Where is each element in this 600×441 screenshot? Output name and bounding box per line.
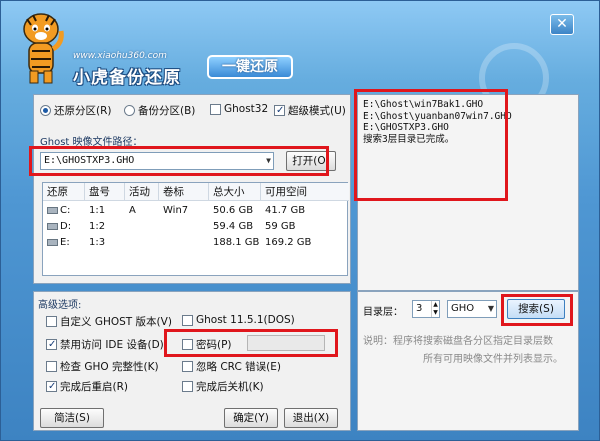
app-title: 小虎备份还原 bbox=[73, 68, 181, 88]
depth-spinner[interactable]: 3 ▲ ▼ bbox=[412, 300, 440, 318]
ignore-crc-label: 忽略 CRC 错误(E) bbox=[196, 361, 281, 373]
col-disk: 盘号 bbox=[85, 183, 125, 201]
ignore-crc-checkbox[interactable] bbox=[182, 361, 193, 372]
tiger-logo-icon bbox=[23, 13, 64, 84]
depth-value: 3 bbox=[416, 303, 423, 314]
check-gho-label: 检查 GHO 完整性(K) bbox=[60, 361, 159, 373]
drive-icon bbox=[47, 206, 58, 214]
exit-button[interactable]: 退出(X) bbox=[284, 408, 338, 428]
mode-backup[interactable]: 备份分区(B) bbox=[124, 103, 195, 118]
backup-radio[interactable] bbox=[124, 105, 135, 116]
restore-radio[interactable] bbox=[40, 105, 51, 116]
col-size: 总大小 bbox=[209, 183, 261, 201]
col-restore: 还原 bbox=[43, 183, 85, 201]
chevron-down-icon[interactable]: ▼ bbox=[488, 301, 494, 317]
site-url: www.xiaohu360.com bbox=[73, 51, 167, 61]
col-label: 卷标 bbox=[159, 183, 209, 201]
mode-restore[interactable]: 还原分区(R) bbox=[40, 103, 112, 118]
cell-active bbox=[125, 235, 129, 251]
close-button[interactable]: ✕ bbox=[550, 14, 574, 35]
disable-ide-label: 禁用访问 IDE 设备(D) bbox=[60, 339, 164, 351]
super-mode-option[interactable]: 超级模式(U) bbox=[274, 103, 346, 118]
ghost32-option[interactable]: Ghost32 bbox=[210, 103, 268, 115]
cell-active: A bbox=[129, 205, 136, 216]
search-highlight-box bbox=[501, 294, 573, 326]
custom-ghost-option[interactable]: 自定义 GHOST 版本(V) bbox=[46, 314, 172, 329]
drive-icon bbox=[47, 238, 58, 246]
mini-mode-button[interactable]: 简洁(S) bbox=[40, 408, 104, 428]
cell-size: 50.6 GB bbox=[213, 205, 254, 216]
restore-label: 还原分区(R) bbox=[54, 105, 112, 117]
drive-icon bbox=[47, 222, 58, 230]
cell-label bbox=[159, 219, 163, 235]
one-key-restore-badge: 一键还原 bbox=[207, 55, 293, 79]
ok-button[interactable]: 确定(Y) bbox=[224, 408, 278, 428]
shutdown-option[interactable]: 完成后关机(K) bbox=[182, 379, 264, 394]
backup-label: 备份分区(B) bbox=[138, 105, 196, 117]
restore-panel: 还原分区(R) 备份分区(B) Ghost32 超级模式(U) Ghost 映像… bbox=[33, 94, 351, 284]
path-highlight-box bbox=[29, 146, 329, 176]
ghost-version-option[interactable]: Ghost 11.5.1(DOS) bbox=[182, 314, 295, 326]
super-mode-checkbox[interactable] bbox=[274, 105, 285, 116]
extension-value: GHO bbox=[451, 303, 475, 314]
cell-free: 59 GB bbox=[265, 221, 296, 232]
spinner-arrows-icon[interactable]: ▲ ▼ bbox=[431, 301, 439, 317]
check-gho-checkbox[interactable] bbox=[46, 361, 57, 372]
custom-ghost-checkbox[interactable] bbox=[46, 316, 57, 327]
search-note-line1: 说明：程序将搜索磁盘各分区指定目录层数 bbox=[363, 336, 553, 347]
advanced-title: 高级选项: bbox=[38, 300, 82, 311]
cell-disk: 1:1 bbox=[89, 205, 106, 216]
partition-table: 还原 盘号 活动 卷标 总大小 可用空间 C: 1:1 A Win7 50.6 … bbox=[42, 182, 349, 276]
cell-label: Win7 bbox=[163, 205, 189, 216]
ghost32-label: Ghost32 bbox=[224, 103, 269, 115]
cell-active bbox=[125, 219, 129, 235]
cell-size: 59.4 GB bbox=[213, 221, 254, 232]
password-highlight-box bbox=[164, 329, 338, 357]
col-active: 活动 bbox=[125, 183, 159, 201]
cell-free: 41.7 GB bbox=[265, 205, 306, 216]
super-mode-label: 超级模式(U) bbox=[288, 105, 346, 117]
extension-combo[interactable]: GHO ▼ bbox=[447, 300, 497, 318]
col-free: 可用空间 bbox=[261, 183, 349, 201]
ghost-version-checkbox[interactable] bbox=[182, 314, 193, 326]
results-highlight-box bbox=[354, 89, 508, 201]
title-bar: www.xiaohu360.com 小虎备份还原 一键还原 ✕ bbox=[1, 1, 600, 113]
search-note-line2: 所有可用映像文件并列表显示。 bbox=[423, 354, 563, 365]
advanced-options-panel: 高级选项: 自定义 GHOST 版本(V) Ghost 11.5.1(DOS) … bbox=[33, 291, 351, 431]
restart-option[interactable]: 完成后重启(R) bbox=[46, 379, 128, 394]
cell-size: 188.1 GB bbox=[213, 237, 260, 248]
ignore-crc-option[interactable]: 忽略 CRC 错误(E) bbox=[182, 359, 281, 374]
check-gho-option[interactable]: 检查 GHO 完整性(K) bbox=[46, 359, 159, 374]
cell-free: 169.2 GB bbox=[265, 237, 312, 248]
cell-disk: 1:3 bbox=[89, 237, 106, 248]
app-window: www.xiaohu360.com 小虎备份还原 一键还原 ✕ 还原分区(R) … bbox=[0, 0, 600, 441]
custom-ghost-label: 自定义 GHOST 版本(V) bbox=[60, 316, 172, 328]
shutdown-label: 完成后关机(K) bbox=[196, 381, 264, 393]
ghost-version-label: Ghost 11.5.1(DOS) bbox=[196, 314, 295, 326]
cell-drive: E: bbox=[60, 237, 70, 248]
cell-drive: D: bbox=[60, 221, 72, 232]
cell-drive: C: bbox=[60, 205, 71, 216]
restart-label: 完成后重启(R) bbox=[60, 381, 128, 393]
cell-disk: 1:2 bbox=[89, 221, 106, 232]
disable-ide-option[interactable]: 禁用访问 IDE 设备(D) bbox=[46, 337, 164, 352]
depth-label: 目录层： bbox=[363, 307, 403, 318]
ghost32-checkbox[interactable] bbox=[210, 103, 221, 115]
shutdown-checkbox[interactable] bbox=[182, 381, 193, 392]
cell-label bbox=[159, 235, 163, 251]
restart-checkbox[interactable] bbox=[46, 381, 57, 392]
disable-ide-checkbox[interactable] bbox=[46, 339, 57, 350]
